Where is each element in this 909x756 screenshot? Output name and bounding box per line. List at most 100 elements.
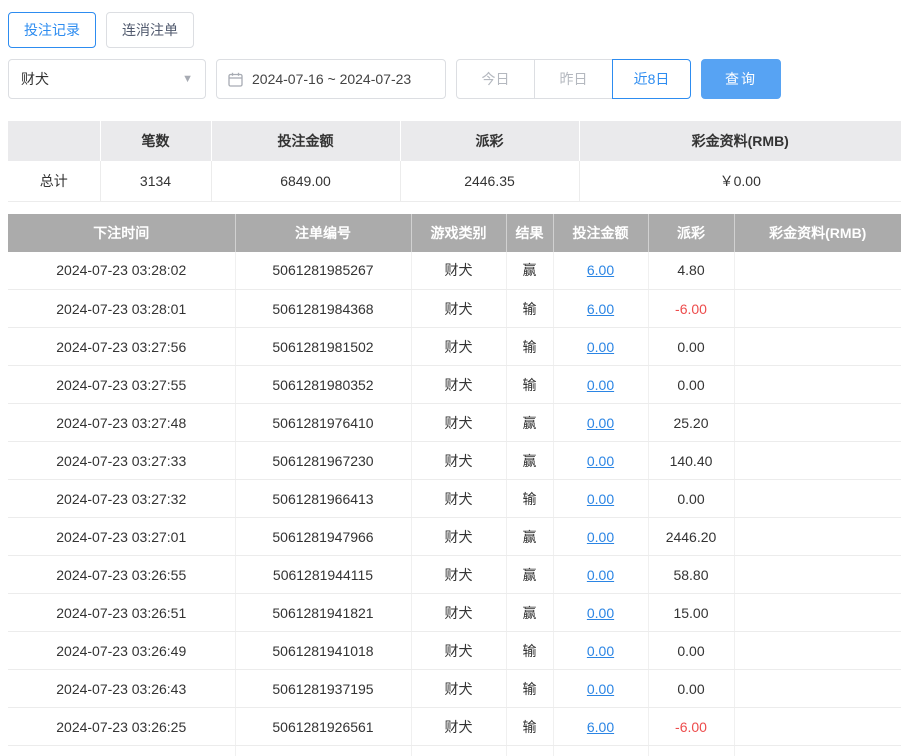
cell-result: 赢 [506, 404, 553, 442]
bet-amount-link[interactable]: 6.00 [587, 719, 614, 735]
bet-amount-link[interactable]: 6.00 [587, 262, 614, 278]
cell-payout: -6.00 [648, 746, 734, 756]
cell-result: 输 [506, 670, 553, 708]
quick-btn-today[interactable]: 今日 [456, 59, 535, 99]
cell-result: 输 [506, 746, 553, 756]
cell-game: 财犬 [411, 556, 506, 594]
bet-amount-link[interactable]: 0.00 [587, 453, 614, 469]
cell-bet: 6.00 [553, 708, 648, 746]
tab-bet-records[interactable]: 投注记录 [8, 12, 96, 48]
date-range-value: 2024-07-16 ~ 2024-07-23 [252, 71, 411, 87]
cell-result: 输 [506, 708, 553, 746]
tab-cancelled-orders[interactable]: 连消注单 [106, 12, 194, 48]
cell-bonus [734, 518, 901, 556]
cell-payout: -6.00 [648, 290, 734, 328]
quick-range-group: 今日 昨日 近8日 [456, 59, 691, 99]
table-row: 2024-07-23 03:28:015061281984368财犬输6.00-… [8, 290, 901, 328]
search-button[interactable]: 查询 [701, 59, 781, 99]
cell-game: 财犬 [411, 670, 506, 708]
cell-bet: 0.00 [553, 594, 648, 632]
cell-order_id: 5061281937195 [235, 670, 411, 708]
date-range-picker[interactable]: 2024-07-16 ~ 2024-07-23 [216, 59, 446, 99]
bet-amount-link[interactable]: 0.00 [587, 605, 614, 621]
cell-bet: 0.00 [553, 366, 648, 404]
summary-header-empty [8, 121, 100, 161]
cell-payout: 0.00 [648, 366, 734, 404]
cell-time: 2024-07-23 03:26:49 [8, 632, 235, 670]
bet-amount-link[interactable]: 0.00 [587, 339, 614, 355]
cell-bonus [734, 556, 901, 594]
bet-amount-link[interactable]: 0.00 [587, 643, 614, 659]
cell-time: 2024-07-23 03:27:55 [8, 366, 235, 404]
cell-bonus [734, 366, 901, 404]
cell-time: 2024-07-23 03:26:51 [8, 594, 235, 632]
table-row: 2024-07-23 03:27:325061281966413财犬输0.000… [8, 480, 901, 518]
cell-time: 2024-07-23 03:28:02 [8, 252, 235, 290]
bet-amount-link[interactable]: 0.00 [587, 681, 614, 697]
cell-game: 财犬 [411, 746, 506, 756]
cell-bonus [734, 252, 901, 290]
table-row: 2024-07-23 03:26:515061281941821财犬赢0.001… [8, 594, 901, 632]
cell-game: 财犬 [411, 594, 506, 632]
cell-result: 输 [506, 480, 553, 518]
cell-game: 财犬 [411, 480, 506, 518]
bet-amount-link[interactable]: 0.00 [587, 377, 614, 393]
quick-btn-last8days[interactable]: 近8日 [612, 59, 691, 99]
cell-payout: -6.00 [648, 708, 734, 746]
cell-payout: 0.00 [648, 632, 734, 670]
cell-order_id: 5061281966413 [235, 480, 411, 518]
cell-bet: 0.00 [553, 670, 648, 708]
summary-header-bonus: 彩金资料(RMB) [579, 121, 901, 161]
page: 投注记录 连消注单 财犬 ▼ 2024-07-16 ~ 2024-07-23 今… [0, 0, 909, 756]
table-row: 2024-07-23 03:26:245061281925717财犬输6.00-… [8, 746, 901, 756]
game-select[interactable]: 财犬 ▼ [8, 59, 206, 99]
cell-time: 2024-07-23 03:27:32 [8, 480, 235, 518]
summary-total-bet-amount: 6849.00 [211, 161, 400, 201]
cell-result: 赢 [506, 442, 553, 480]
cell-order_id: 5061281976410 [235, 404, 411, 442]
summary-header-count: 笔数 [100, 121, 211, 161]
table-row: 2024-07-23 03:27:565061281981502财犬输0.000… [8, 328, 901, 366]
summary-header-bet-amount: 投注金额 [211, 121, 400, 161]
cell-time: 2024-07-23 03:28:01 [8, 290, 235, 328]
bet-amount-link[interactable]: 0.00 [587, 415, 614, 431]
cell-bonus [734, 708, 901, 746]
cell-game: 财犬 [411, 708, 506, 746]
summary-header-payout: 派彩 [400, 121, 579, 161]
cell-order_id: 5061281941018 [235, 632, 411, 670]
cell-game: 财犬 [411, 328, 506, 366]
calendar-icon [228, 72, 243, 87]
header-bonus: 彩金资料(RMB) [734, 214, 901, 252]
header-result: 结果 [506, 214, 553, 252]
cell-game: 财犬 [411, 442, 506, 480]
cell-order_id: 5061281926561 [235, 708, 411, 746]
cell-order_id: 5061281947966 [235, 518, 411, 556]
bet-table: 下注时间 注单编号 游戏类别 结果 投注金额 派彩 彩金资料(RMB) 2024… [8, 214, 901, 756]
cell-bonus [734, 632, 901, 670]
summary-total-payout: 2446.35 [400, 161, 579, 201]
bet-amount-link[interactable]: 0.00 [587, 529, 614, 545]
bet-amount-link[interactable]: 0.00 [587, 567, 614, 583]
cell-game: 财犬 [411, 366, 506, 404]
cell-order_id: 5061281941821 [235, 594, 411, 632]
cell-bet: 0.00 [553, 556, 648, 594]
table-row: 2024-07-23 03:27:015061281947966财犬赢0.002… [8, 518, 901, 556]
cell-bonus [734, 670, 901, 708]
cell-result: 输 [506, 290, 553, 328]
cell-game: 财犬 [411, 290, 506, 328]
table-row: 2024-07-23 03:28:025061281985267财犬赢6.004… [8, 252, 901, 290]
cell-bonus [734, 480, 901, 518]
bet-amount-link[interactable]: 0.00 [587, 491, 614, 507]
cell-result: 赢 [506, 594, 553, 632]
header-order-id: 注单编号 [235, 214, 411, 252]
bet-table-body: 2024-07-23 03:28:025061281985267财犬赢6.004… [8, 252, 901, 756]
cell-bet: 6.00 [553, 290, 648, 328]
quick-btn-yesterday[interactable]: 昨日 [534, 59, 613, 99]
bet-amount-link[interactable]: 6.00 [587, 301, 614, 317]
cell-time: 2024-07-23 03:27:33 [8, 442, 235, 480]
summary-total-label: 总计 [8, 161, 100, 201]
cell-payout: 2446.20 [648, 518, 734, 556]
table-row: 2024-07-23 03:26:255061281926561财犬输6.00-… [8, 708, 901, 746]
cell-time: 2024-07-23 03:26:43 [8, 670, 235, 708]
cell-game: 财犬 [411, 404, 506, 442]
